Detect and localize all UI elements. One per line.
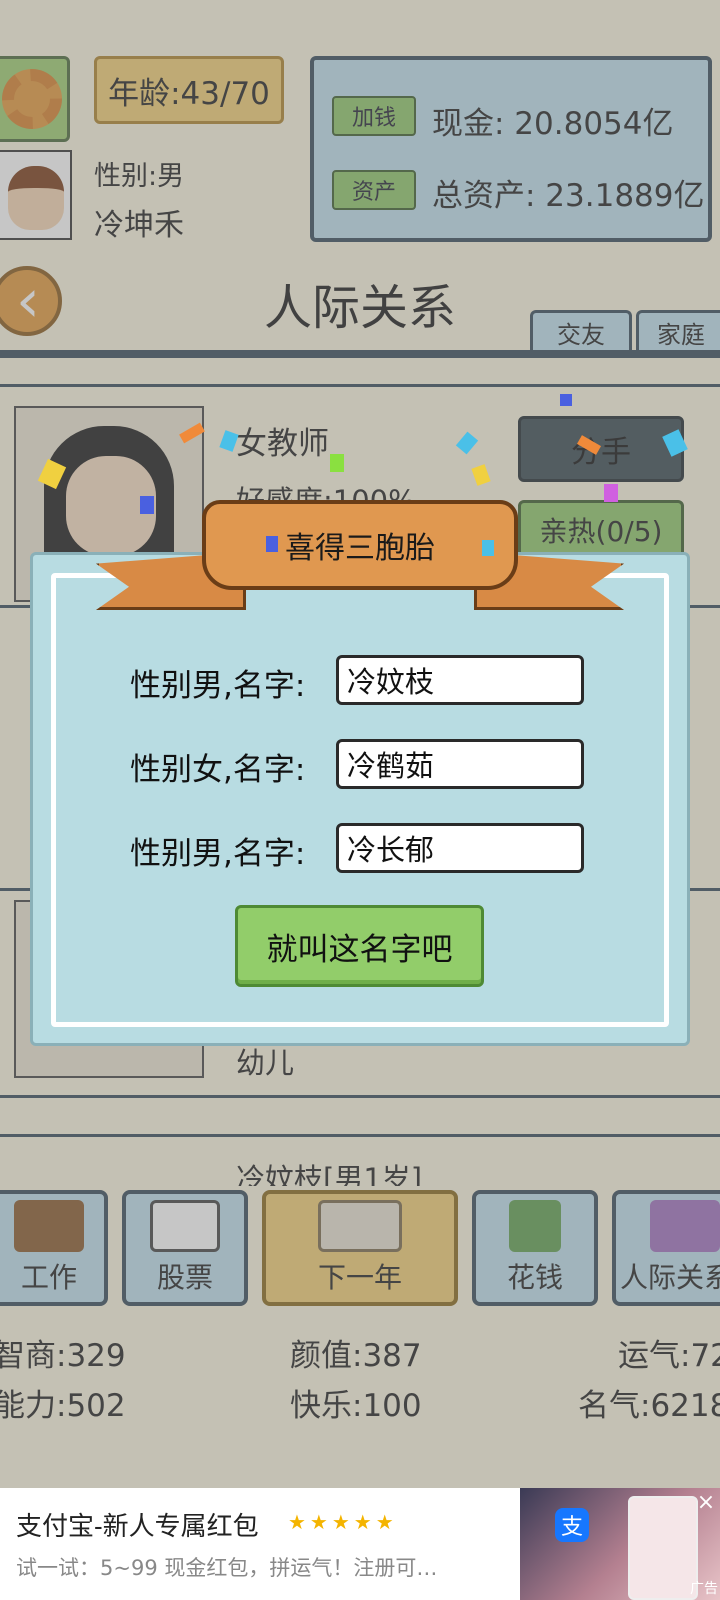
child-3-label: 性别男,名字:: [130, 836, 306, 872]
ad-title[interactable]: 支付宝-新人专属红包: [16, 1506, 259, 1543]
confetti-piece: [330, 454, 344, 472]
ad-tag: 广告: [690, 1581, 718, 1597]
confetti-piece: [482, 540, 494, 556]
child-2-label: 性别女,名字:: [130, 752, 306, 788]
confirm-names-button[interactable]: 就叫这名字吧: [235, 905, 484, 987]
ad-description[interactable]: 试一试：5~99 现金红包，拼运气！注册可…: [16, 1552, 437, 1582]
child-2-name-field[interactable]: 冷鹤茹: [336, 739, 584, 789]
confetti-piece: [560, 394, 572, 406]
child-3-name-field[interactable]: 冷长郁: [336, 823, 584, 873]
child-1-label: 性别男,名字:: [130, 668, 306, 704]
dialog-title: 喜得三胞胎: [202, 500, 518, 590]
alipay-logo-icon: 支: [555, 1508, 589, 1542]
confetti-piece: [604, 484, 618, 502]
child-1-name-field[interactable]: 冷妏枝: [336, 655, 584, 705]
ad-rating-stars: ★★★★★: [288, 1510, 398, 1534]
confetti-piece: [266, 536, 278, 552]
close-icon[interactable]: ×: [694, 1490, 718, 1515]
ad-phone-image: [628, 1496, 698, 1600]
confetti-piece: [140, 496, 154, 514]
